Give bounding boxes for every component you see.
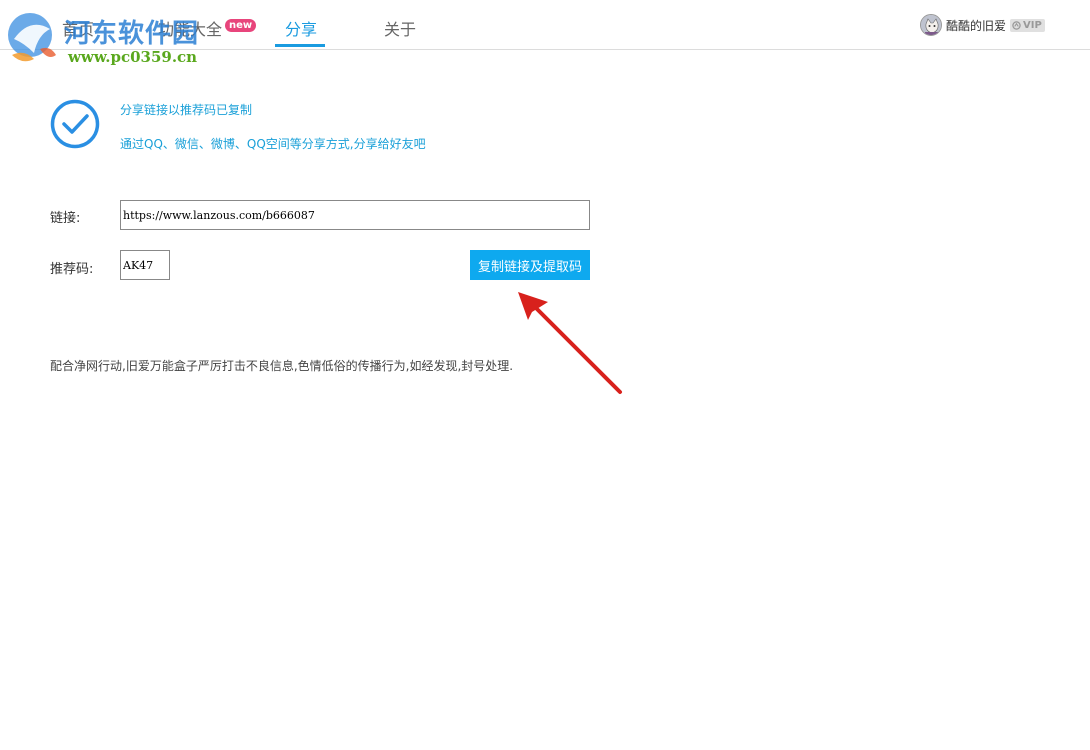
new-badge: new <box>225 19 257 32</box>
share-hint: 通过QQ、微信、微博、QQ空间等分享方式,分享给好友吧 <box>120 137 426 151</box>
tab-share[interactable]: 分享 <box>285 16 317 40</box>
copy-link-and-code-button[interactable]: 复制链接及提取码 <box>470 250 590 280</box>
tab-about[interactable]: 关于 <box>384 16 416 40</box>
vip-badge: VIP <box>1010 18 1045 32</box>
active-tab-indicator <box>275 44 325 47</box>
referral-code-input[interactable] <box>120 250 170 280</box>
watermark-url: www.pc0359.cn <box>68 48 198 66</box>
vip-label: VIP <box>1023 19 1042 31</box>
red-arrow-icon <box>518 292 622 394</box>
link-label: 链接: <box>50 211 81 226</box>
avatar[interactable] <box>920 14 942 36</box>
link-input[interactable] <box>120 200 590 230</box>
policy-notice: 配合净网行动,旧爱万能盒子严厉打击不良信息,色情低俗的传播行为,如经发现,封号处… <box>50 359 514 373</box>
success-check-icon <box>50 99 100 149</box>
referral-code-label: 推荐码: <box>50 262 94 277</box>
cat-avatar-icon <box>921 15 941 35</box>
watermark-title: 河东软件园 <box>64 19 200 49</box>
user-account[interactable]: 酷酷的旧爱 VIP <box>920 14 1045 36</box>
watermark-logo-icon <box>8 13 56 62</box>
cloud-icon <box>1012 20 1021 30</box>
copied-message: 分享链接以推荐码已复制 <box>120 103 253 117</box>
username[interactable]: 酷酷的旧爱 <box>946 17 1006 34</box>
